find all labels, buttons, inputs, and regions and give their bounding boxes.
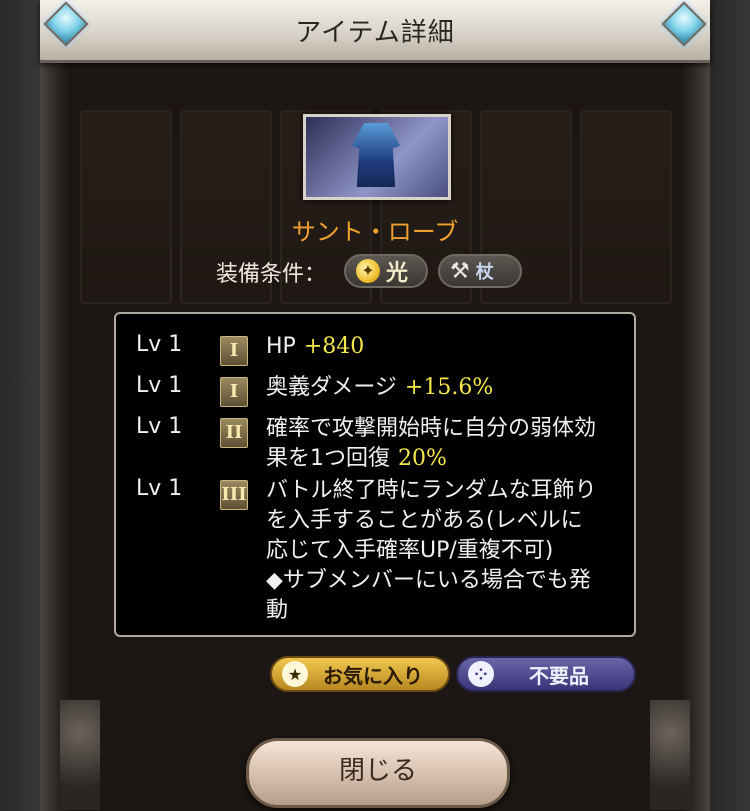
stat-description: 確率で攻撃開始時に自分の弱体効 果を1つ回復 20% [266,414,624,474]
stat-text-line: ◆サブメンバーにいる場合でも発 [266,568,591,593]
equip-condition-label: 装備条件： [216,262,327,287]
stat-value: +15.6% [404,375,494,400]
title-bar: アイテム詳細 [40,0,710,63]
stat-level: Lv 1 [136,373,183,398]
dialog-title: アイテム詳細 [295,18,455,48]
unneeded-label: 不要品 [529,663,589,688]
stat-text: 奥義ダメージ [266,375,397,400]
page-edge-right [710,0,750,811]
star-icon: ★ [282,661,308,687]
stat-text-line: 動 [266,598,289,623]
frame-ornament [60,700,100,810]
frame-ornament [650,700,690,810]
page-edge-left [0,0,40,811]
stat-value: 20% [398,446,447,471]
background-card [580,110,672,304]
unneeded-button[interactable]: ⁘ 不要品 [456,656,636,692]
stat-text: 果を1つ回復 [266,446,390,471]
tier-badge: I [220,336,248,366]
stat-text-line: 応じて入手確率UP/重複不可) [266,538,554,563]
close-button[interactable]: 閉じる [246,738,510,808]
background-card [80,110,172,304]
frame-border-right [680,60,710,811]
stat-text-line: 確率で攻撃開始時に自分の弱体効 [266,416,597,441]
stat-description: バトル終了時にランダムな耳飾り を入手することがある(レベルに 応じて入手確率U… [266,476,624,626]
dice-icon: ⁘ [468,661,494,687]
weapon-label: 杖 [475,262,494,283]
stat-description: HP +840 [266,332,624,362]
tier-badge: II [220,418,248,448]
item-detail-dialog: アイテム詳細 サント・ローブ 装備条件： ✦ 光 ⚒ 杖 Lv 1 I HP +8… [40,0,710,811]
staff-icon: ⚒ [450,258,470,284]
frame-border-left [40,60,70,811]
stat-text-line: バトル終了時にランダムな耳飾り [266,478,597,503]
favorite-button[interactable]: ★ お気に入り [270,656,450,692]
favorite-label: お気に入り [323,663,423,688]
stat-level: Lv 1 [136,414,183,439]
stat-description: 奥義ダメージ +15.6% [266,373,624,403]
tier-badge: I [220,377,248,407]
stat-level: Lv 1 [136,476,183,501]
element-label: 光 [386,261,409,286]
light-element-icon: ✦ [356,259,380,283]
item-name: サント・ローブ [291,218,459,246]
stat-text-line: 果を1つ回復 20% [266,444,624,474]
stat-text: HP [266,334,296,359]
stat-level: Lv 1 [136,332,183,357]
robe-icon [352,123,400,187]
weapon-requirement: ⚒ 杖 [438,254,522,288]
element-requirement: ✦ 光 [344,254,428,288]
stats-panel: Lv 1 I HP +840 Lv 1 I 奥義ダメージ +15.6% Lv 1 I… [114,312,636,637]
stat-text-line: を入手することがある(レベルに [266,508,583,533]
tier-badge: III [220,480,248,510]
item-thumbnail [303,114,451,200]
stat-value: +840 [303,334,365,359]
